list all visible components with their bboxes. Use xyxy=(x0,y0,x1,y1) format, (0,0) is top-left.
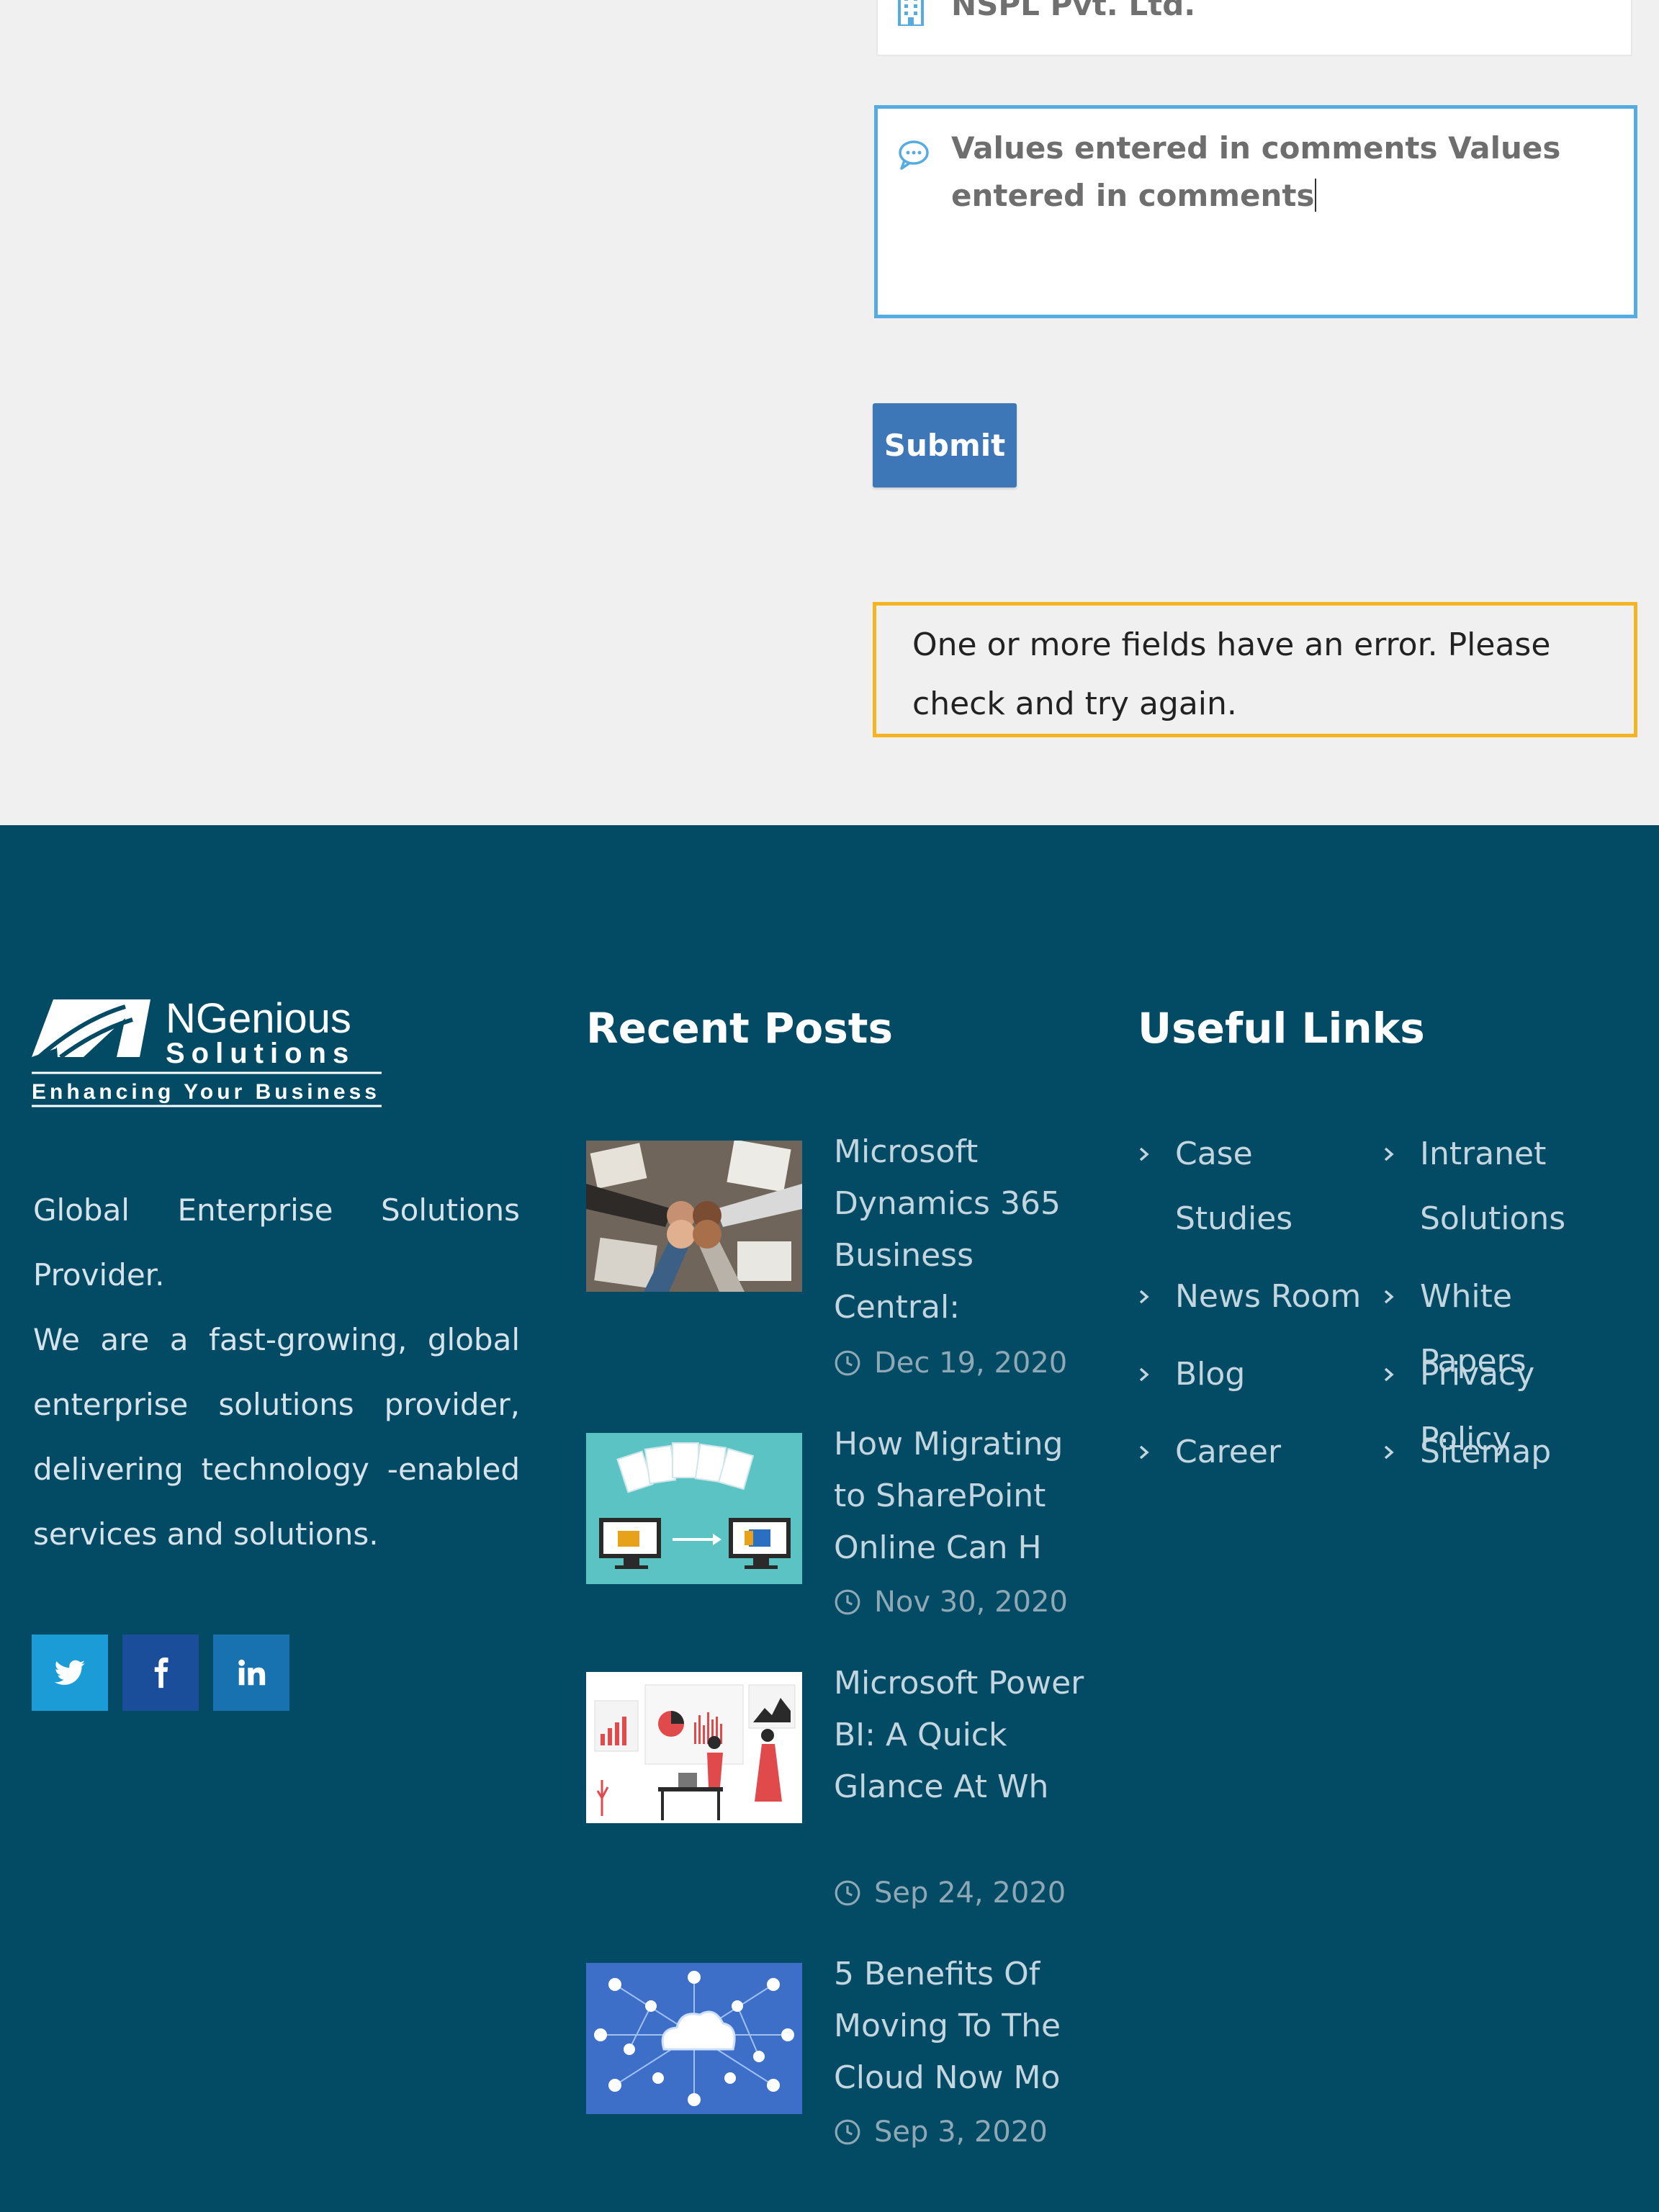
company-field[interactable]: NSPL Pvt. Ltd. xyxy=(876,0,1632,56)
chevron-right-icon xyxy=(1139,1445,1149,1460)
cloud-network-image xyxy=(586,1963,802,2114)
facebook-button[interactable] xyxy=(122,1635,199,1711)
twitter-button[interactable] xyxy=(32,1635,108,1711)
link-intranet-solutions[interactable]: Intranet Solutions xyxy=(1382,1122,1627,1251)
post-thumbnail-1[interactable] xyxy=(586,1141,802,1292)
post-date-text: Nov 30, 2020 xyxy=(874,1586,1068,1619)
chevron-right-icon xyxy=(1384,1147,1394,1161)
twitter-icon xyxy=(54,1660,86,1685)
post-date-3: Sep 24, 2020 xyxy=(834,1876,1066,1910)
clock-icon xyxy=(835,1350,860,1376)
submit-button[interactable]: Submit xyxy=(873,403,1017,487)
chevron-right-icon xyxy=(1139,1290,1149,1304)
logo-text: NGenious xyxy=(166,998,351,1042)
error-text: One or more fields have an error. Please… xyxy=(912,626,1551,722)
link-career[interactable]: Career xyxy=(1138,1420,1375,1485)
clock-icon xyxy=(835,1880,860,1906)
post-title-4[interactable]: 5 Benefits Of Moving To The Cloud Now Mo xyxy=(834,1948,1086,2104)
post-thumbnail-3[interactable] xyxy=(586,1672,802,1823)
post-title-1[interactable]: Microsoft Dynamics 365 Business Central: xyxy=(834,1126,1086,1334)
clock-icon xyxy=(835,1589,860,1615)
about-line-1: Global Enterprise Solutions Provider. xyxy=(33,1192,520,1292)
logo-mark-icon: NGenious Solutions Enhancing Your Busine… xyxy=(32,995,382,1107)
about-text: Global Enterprise Solutions Provider. We… xyxy=(33,1178,520,1567)
post-date-4: Sep 3, 2020 xyxy=(834,2116,1048,2149)
teamwork-fists-image xyxy=(586,1141,802,1292)
chevron-right-icon xyxy=(1139,1367,1149,1382)
post-thumbnail-4[interactable] xyxy=(586,1963,802,2114)
link-news-room[interactable]: News Room xyxy=(1138,1264,1375,1329)
text-caret xyxy=(1314,179,1316,212)
useful-links-title: Useful Links xyxy=(1138,1004,1425,1053)
comments-value: Values entered in comments Values entere… xyxy=(951,130,1561,213)
recent-posts-title: Recent Posts xyxy=(586,1004,894,1053)
building-icon xyxy=(898,0,924,26)
ngenious-logo[interactable]: NGenious Solutions Enhancing Your Busine… xyxy=(32,995,385,1109)
link-case-studies[interactable]: Case Studies xyxy=(1138,1122,1375,1251)
link-sitemap[interactable]: Sitemap xyxy=(1382,1420,1627,1485)
chevron-right-icon xyxy=(1384,1445,1394,1460)
logo-subtext: Solutions xyxy=(166,1038,355,1069)
chevron-right-icon xyxy=(1139,1147,1149,1161)
post-date-text: Sep 3, 2020 xyxy=(874,2116,1048,2149)
post-title-2[interactable]: How Migrating to SharePoint Online Can H xyxy=(834,1419,1086,1574)
sharepoint-migration-image xyxy=(586,1433,802,1584)
company-value: NSPL Pvt. Ltd. xyxy=(951,0,1196,22)
post-date-1: Dec 19, 2020 xyxy=(834,1346,1067,1380)
post-date-2: Nov 30, 2020 xyxy=(834,1586,1068,1619)
power-bi-image xyxy=(586,1672,802,1823)
form-error-message: One or more fields have an error. Please… xyxy=(873,602,1637,737)
chevron-right-icon xyxy=(1384,1367,1394,1382)
link-blog[interactable]: Blog xyxy=(1138,1342,1375,1407)
clock-icon xyxy=(835,2119,860,2145)
linkedin-icon xyxy=(238,1659,266,1686)
comment-icon xyxy=(899,140,929,170)
post-date-text: Dec 19, 2020 xyxy=(874,1346,1068,1380)
linkedin-button[interactable] xyxy=(213,1635,289,1711)
logo-tagline: Enhancing Your Business xyxy=(32,1080,380,1104)
facebook-icon xyxy=(154,1657,168,1689)
chevron-right-icon xyxy=(1384,1290,1394,1304)
comments-field[interactable]: Values entered in comments Values entere… xyxy=(874,105,1637,318)
post-title-3[interactable]: Microsoft Power BI: A Quick Glance At Wh xyxy=(834,1658,1086,1813)
post-date-text: Sep 24, 2020 xyxy=(874,1876,1066,1910)
post-thumbnail-2[interactable] xyxy=(586,1433,802,1584)
about-line-2: We are a fast-growing, global enterprise… xyxy=(33,1322,520,1552)
